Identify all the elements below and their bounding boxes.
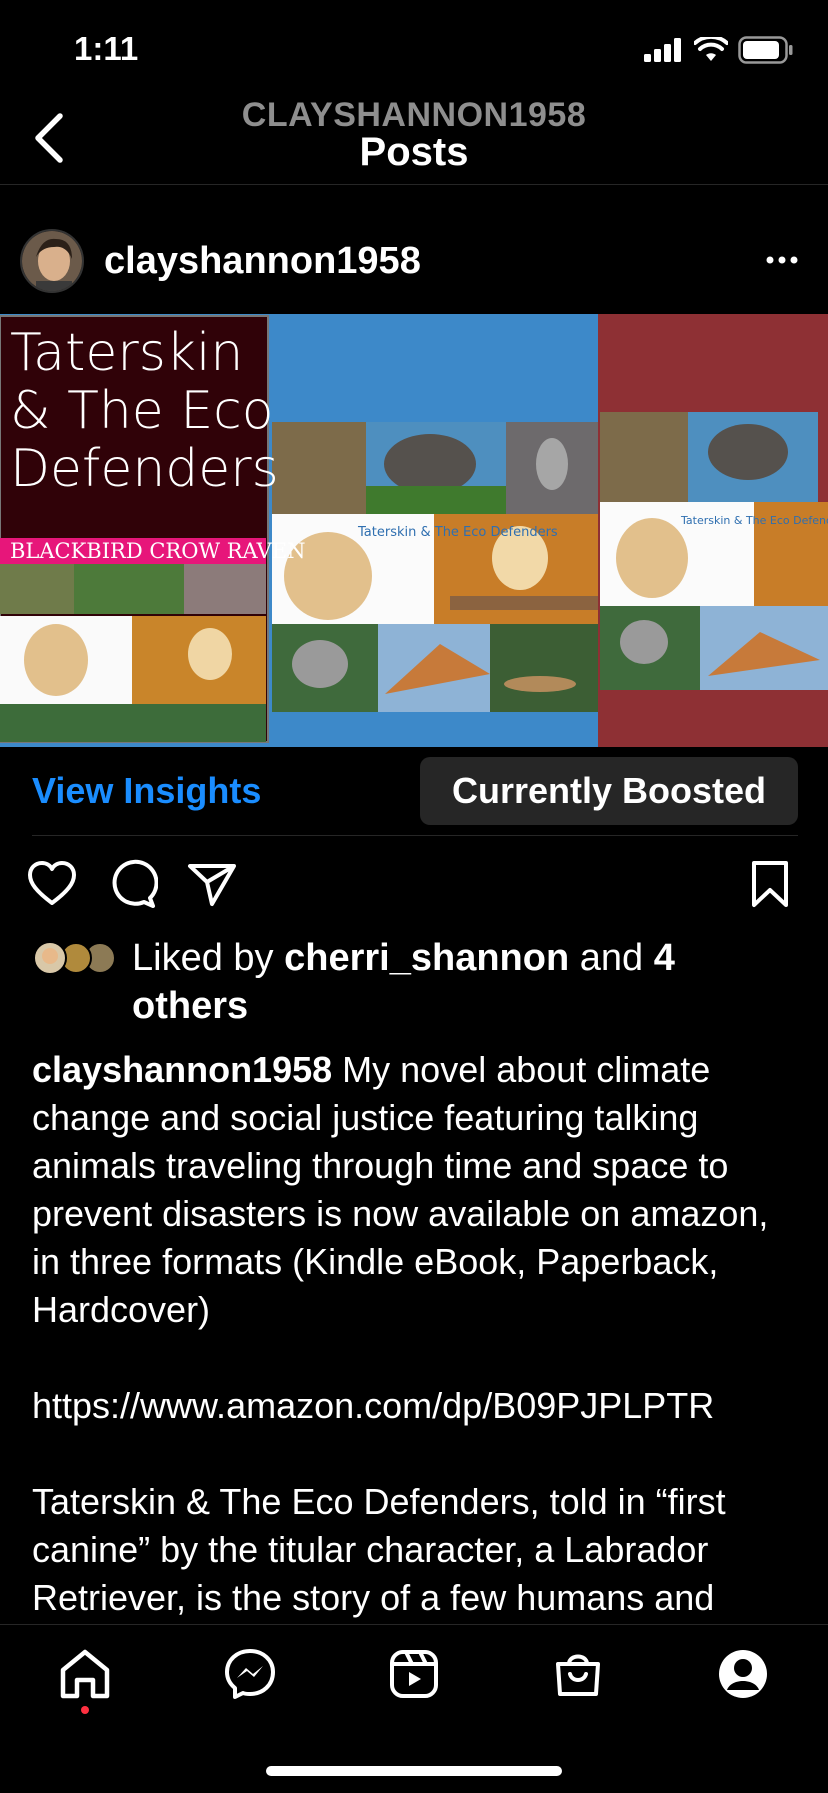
cover-title-line: Taterskin <box>10 323 243 383</box>
like-heart-icon[interactable] <box>26 858 78 910</box>
likes-and: and <box>579 937 644 979</box>
liked-by-avatars[interactable] <box>32 940 122 976</box>
caption-username[interactable]: clayshannon1958 <box>32 1049 332 1090</box>
page-title: Posts <box>359 130 469 174</box>
liked-by-user[interactable]: cherri_shannon <box>284 937 569 979</box>
profile-icon[interactable] <box>715 1646 771 1702</box>
save-bookmark-icon[interactable] <box>744 858 796 910</box>
header-divider <box>0 184 828 185</box>
mini-cover-label: Taterskin & The Eco Defenders <box>357 525 558 540</box>
shop-icon[interactable] <box>550 1646 606 1702</box>
post-image-art: Taterskin & The Eco Defenders BLACKBIRD … <box>0 314 828 747</box>
view-insights-link[interactable]: View Insights <box>32 770 261 812</box>
likes-count[interactable]: 4 <box>654 937 675 979</box>
home-indicator <box>266 1766 562 1776</box>
likes-summary[interactable]: Liked by cherri_shannon and 4 others <box>132 934 772 1030</box>
avatar-image <box>22 231 82 291</box>
comment-icon[interactable] <box>106 858 158 910</box>
likes-prefix: Liked by <box>132 937 274 979</box>
mini-cover-label: Taterskin & The Eco Defenders <box>680 514 828 527</box>
actions-divider <box>32 835 798 836</box>
post-caption: clayshannon1958 My novel about climate c… <box>32 1046 802 1622</box>
messenger-icon[interactable] <box>222 1646 278 1702</box>
battery-icon <box>738 36 793 64</box>
cover-publisher: BLACKBIRD CROW RAVEN <box>10 539 306 563</box>
home-icon[interactable] <box>57 1646 113 1702</box>
more-options-icon[interactable] <box>762 248 802 272</box>
status-time: 1:11 <box>74 30 139 67</box>
cover-title-line: Defenders <box>10 439 279 499</box>
post-username[interactable]: clayshannon1958 <box>104 240 421 283</box>
avatar[interactable] <box>20 229 84 293</box>
caption-text: My novel about climate change and social… <box>32 1049 769 1618</box>
reels-icon[interactable] <box>386 1646 442 1702</box>
cover-title-line: & The Eco <box>10 381 274 441</box>
post-image[interactable]: Taterskin & The Eco Defenders BLACKBIRD … <box>0 314 828 747</box>
home-notification-dot <box>81 1706 89 1714</box>
wifi-icon <box>694 37 728 61</box>
status-icons <box>644 36 794 64</box>
signal-icon <box>644 38 681 62</box>
share-icon[interactable] <box>186 858 238 910</box>
currently-boosted-button[interactable]: Currently Boosted <box>420 757 798 825</box>
likes-others[interactable]: others <box>132 985 248 1027</box>
